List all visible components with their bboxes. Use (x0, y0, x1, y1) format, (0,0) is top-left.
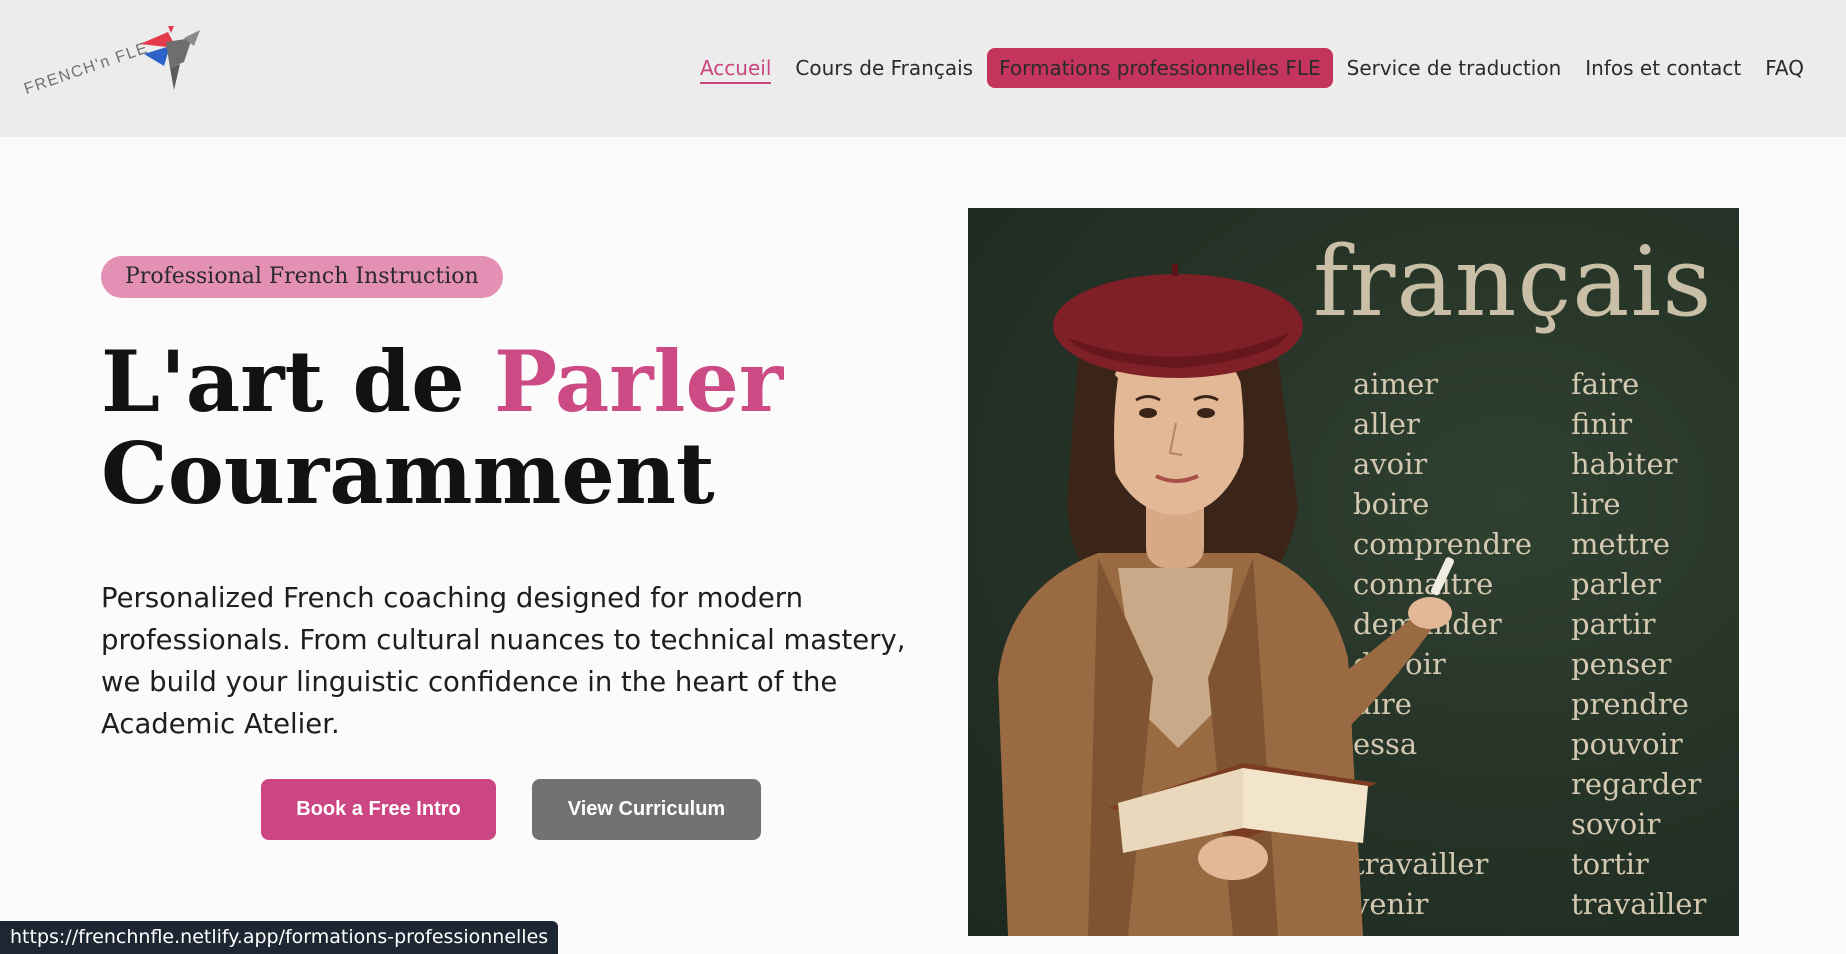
view-curriculum-button[interactable]: View Curriculum (532, 779, 761, 840)
nav-accueil[interactable]: Accueil (688, 48, 783, 88)
hero-description: Personalized French coaching designed fo… (101, 582, 906, 740)
nav-label: FAQ (1765, 56, 1804, 80)
site-header: FRENCH'n FLE Accueil Cours de Français F… (0, 0, 1846, 137)
nav-label: Service de traduction (1346, 56, 1562, 80)
hero-title-part1: L'art de (101, 332, 494, 431)
hero-title-accent: Parler (493, 332, 784, 431)
teacher-illustration (998, 264, 1454, 936)
nav-label: Accueil (699, 56, 772, 84)
nav-faq[interactable]: FAQ (1753, 48, 1816, 88)
book-free-intro-button[interactable]: Book a Free Intro (261, 779, 496, 840)
hero-title: L'art de Parler Couramment (101, 336, 783, 520)
nav-label: Formations professionnelles FLE (999, 56, 1321, 80)
nav-infos-et-contact[interactable]: Infos et contact (1573, 48, 1753, 88)
site-logo[interactable]: FRENCH'n FLE (20, 24, 200, 124)
page-scrollbar[interactable] (1808, 137, 1846, 954)
hero-image: français aimer aller avoir boire compren… (968, 208, 1739, 936)
hero-tag: Professional French Instruction (101, 256, 503, 298)
nav-label: Infos et contact (1585, 56, 1742, 80)
nav-cours-de-francais[interactable]: Cours de Français (783, 48, 985, 88)
status-bar-url: https://frenchnfle.netlify.app/formation… (0, 921, 559, 954)
bird-logo-icon (140, 26, 200, 90)
main-nav: Accueil Cours de Français Formations pro… (688, 47, 1816, 89)
nav-service-de-traduction[interactable]: Service de traduction (1335, 48, 1574, 88)
hero-title-part2: Couramment (101, 424, 715, 523)
nav-label: Cours de Français (795, 56, 974, 80)
nav-formations-professionnelles[interactable]: Formations professionnelles FLE (987, 48, 1333, 88)
